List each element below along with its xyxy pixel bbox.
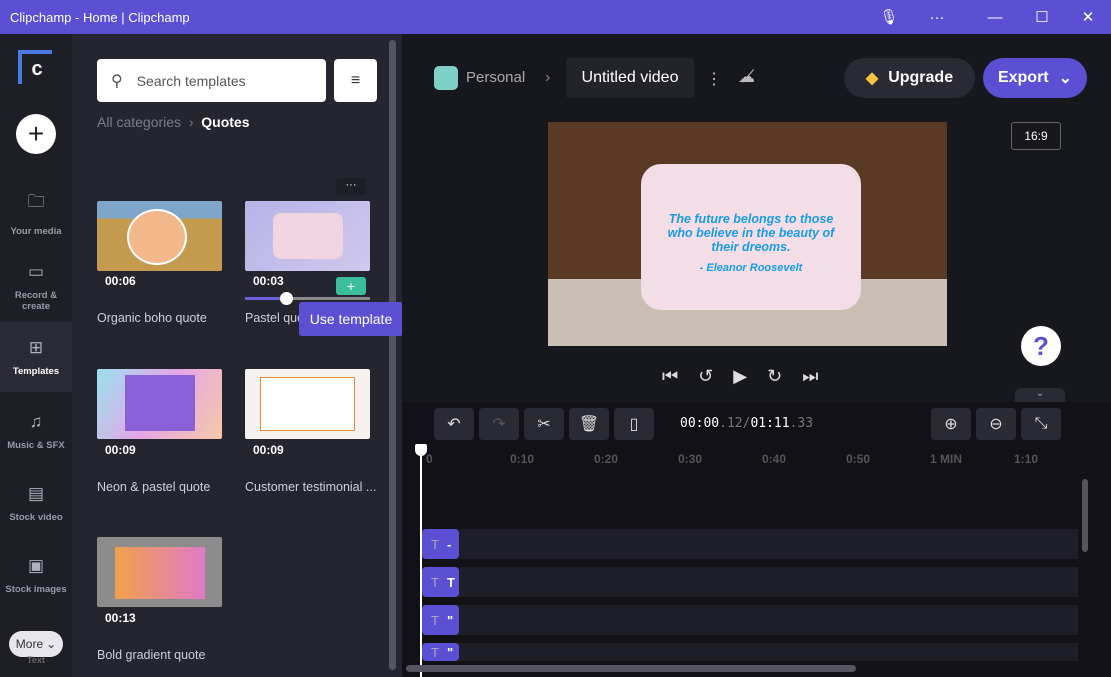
text-clip[interactable]: T ": [422, 643, 459, 661]
aspect-ratio-button[interactable]: 16:9: [1011, 122, 1061, 150]
split-button[interactable]: ✂: [524, 408, 564, 440]
filter-icon: ≡: [350, 71, 361, 89]
text-icon: T: [431, 574, 439, 590]
sidebar-item-record[interactable]: ▭ Record & create: [0, 252, 72, 322]
playback-controls: ⏮ ↺ ▶ ↻ ⏭: [662, 366, 818, 387]
sidebar-item-your-media[interactable]: 🗀 Your media: [0, 178, 72, 248]
timeline-track: [422, 605, 1078, 635]
chevron-down-icon: ⌄: [1058, 70, 1073, 87]
time-ruler[interactable]: 0 0:10 0:20 0:30 0:40 0:50 1 MIN 1:10: [402, 444, 1082, 484]
sidebar-item-music[interactable]: ♫ Music & SFX: [0, 396, 72, 466]
text-icon: T: [431, 612, 439, 628]
text-clip[interactable]: TT: [422, 567, 459, 597]
timeline-horizontal-scrollbar[interactable]: [406, 665, 856, 672]
clipchamp-logo: c: [18, 50, 52, 84]
search-input[interactable]: ⚲ Search templates: [97, 59, 326, 102]
chevron-right-icon: ›: [545, 69, 551, 86]
window-title: Clipchamp - Home | Clipchamp: [10, 10, 190, 25]
title-bar: Clipchamp - Home | Clipchamp 🎙 ··· — ☐ ✕: [0, 0, 1111, 34]
cloud-off-icon[interactable]: ☁̸: [738, 67, 755, 87]
timeline-track: [422, 529, 1078, 559]
template-title[interactable]: Neon & pastel quote: [97, 480, 210, 494]
chevron-down-icon: ⌄: [46, 637, 57, 651]
text-clip[interactable]: T ": [422, 605, 459, 635]
text-icon: T: [431, 644, 439, 660]
image-icon: ▣: [27, 555, 45, 575]
template-title[interactable]: Bold gradient quote: [97, 648, 205, 662]
film-icon: ▤: [27, 483, 45, 503]
create-button[interactable]: +: [16, 114, 56, 154]
skip-forward-icon[interactable]: ⏭: [802, 366, 818, 387]
camera-icon: ▭: [27, 262, 45, 281]
filter-button[interactable]: ≡: [334, 59, 377, 102]
template-more-button[interactable]: ···: [336, 178, 366, 195]
rewind-5-icon[interactable]: ↺: [698, 366, 713, 387]
more-icon[interactable]: ···: [914, 0, 960, 34]
diamond-icon: ◆: [865, 70, 879, 87]
project-title-input[interactable]: Untitled video: [566, 58, 694, 98]
folder-icon: 🗀: [27, 192, 45, 211]
close-button[interactable]: ✕: [1065, 0, 1111, 34]
timeline-track: [422, 567, 1078, 597]
templates-icon: ⊞: [28, 337, 44, 357]
workspace-name[interactable]: Personal: [466, 69, 525, 86]
timecode: 00:00.12/01:11.33: [680, 416, 814, 431]
preview-quote: The future belongs to those who believe …: [667, 212, 835, 254]
add-template-button[interactable]: +: [336, 277, 366, 295]
music-icon: ♫: [29, 411, 43, 431]
template-thumbnail[interactable]: [245, 201, 370, 271]
delete-button[interactable]: 🗑: [569, 408, 609, 440]
template-thumbnail[interactable]: [97, 369, 222, 439]
fit-timeline-button[interactable]: ⤡: [1021, 408, 1061, 440]
template-thumbnail[interactable]: [245, 369, 370, 439]
template-thumbnail[interactable]: [97, 201, 222, 271]
forward-5-icon[interactable]: ↻: [767, 366, 782, 387]
use-template-tooltip: Use template: [299, 302, 403, 336]
zoom-in-button[interactable]: ⊕: [931, 408, 971, 440]
sidebar-item-stock-images[interactable]: ▣ Stock images: [0, 540, 72, 610]
expand-timeline-button[interactable]: ⌄: [1015, 388, 1065, 402]
breadcrumb-all-categories[interactable]: All categories: [97, 114, 181, 130]
undo-button[interactable]: ↶: [434, 408, 474, 440]
timeline-vertical-scrollbar[interactable]: [1082, 479, 1088, 552]
plus-icon: +: [346, 278, 356, 294]
zoom-out-button[interactable]: ⊖: [976, 408, 1016, 440]
playhead[interactable]: [415, 444, 427, 677]
skip-back-icon[interactable]: ⏮: [662, 366, 678, 387]
preview-progress-slider[interactable]: [245, 292, 370, 305]
more-button[interactable]: More ⌄: [9, 631, 63, 657]
help-button[interactable]: ?: [1021, 326, 1061, 366]
sidebar-item-text[interactable]: Text: [27, 655, 45, 665]
breadcrumb: All categories › Quotes: [97, 114, 250, 130]
maximize-button[interactable]: ☐: [1019, 0, 1065, 34]
template-title[interactable]: Organic boho quote: [97, 311, 207, 325]
sidebar-item-stock-video[interactable]: ▤ Stock video: [0, 468, 72, 538]
text-clip[interactable]: T-: [422, 529, 459, 559]
microphone-icon[interactable]: 🎙: [866, 0, 912, 34]
minimize-button[interactable]: —: [972, 0, 1018, 34]
play-icon[interactable]: ▶: [733, 366, 747, 387]
text-icon: T: [431, 536, 439, 552]
export-button[interactable]: Export ⌄: [983, 58, 1087, 98]
sidebar-item-templates[interactable]: ⊞ Templates: [0, 322, 72, 392]
sidebar: c + 🗀 Your media ▭ Record & create ⊞ Templa…: [0, 34, 72, 677]
panel-scrollbar[interactable]: [389, 40, 396, 670]
add-media-button[interactable]: ▯: [614, 408, 654, 440]
upgrade-button[interactable]: ◆ Upgrade: [844, 58, 975, 98]
redo-button[interactable]: ↷: [479, 408, 519, 440]
workspace-avatar: [434, 66, 458, 90]
preview-author: - Eleanor Roosevelt: [699, 262, 803, 274]
search-icon: ⚲: [111, 72, 123, 90]
video-preview[interactable]: The future belongs to those who believe …: [548, 122, 947, 346]
template-thumbnail[interactable]: [97, 537, 222, 607]
timeline-track: [422, 643, 1078, 661]
project-menu-icon[interactable]: ⋮: [706, 69, 722, 89]
template-title[interactable]: Customer testimonial ...: [245, 480, 376, 494]
